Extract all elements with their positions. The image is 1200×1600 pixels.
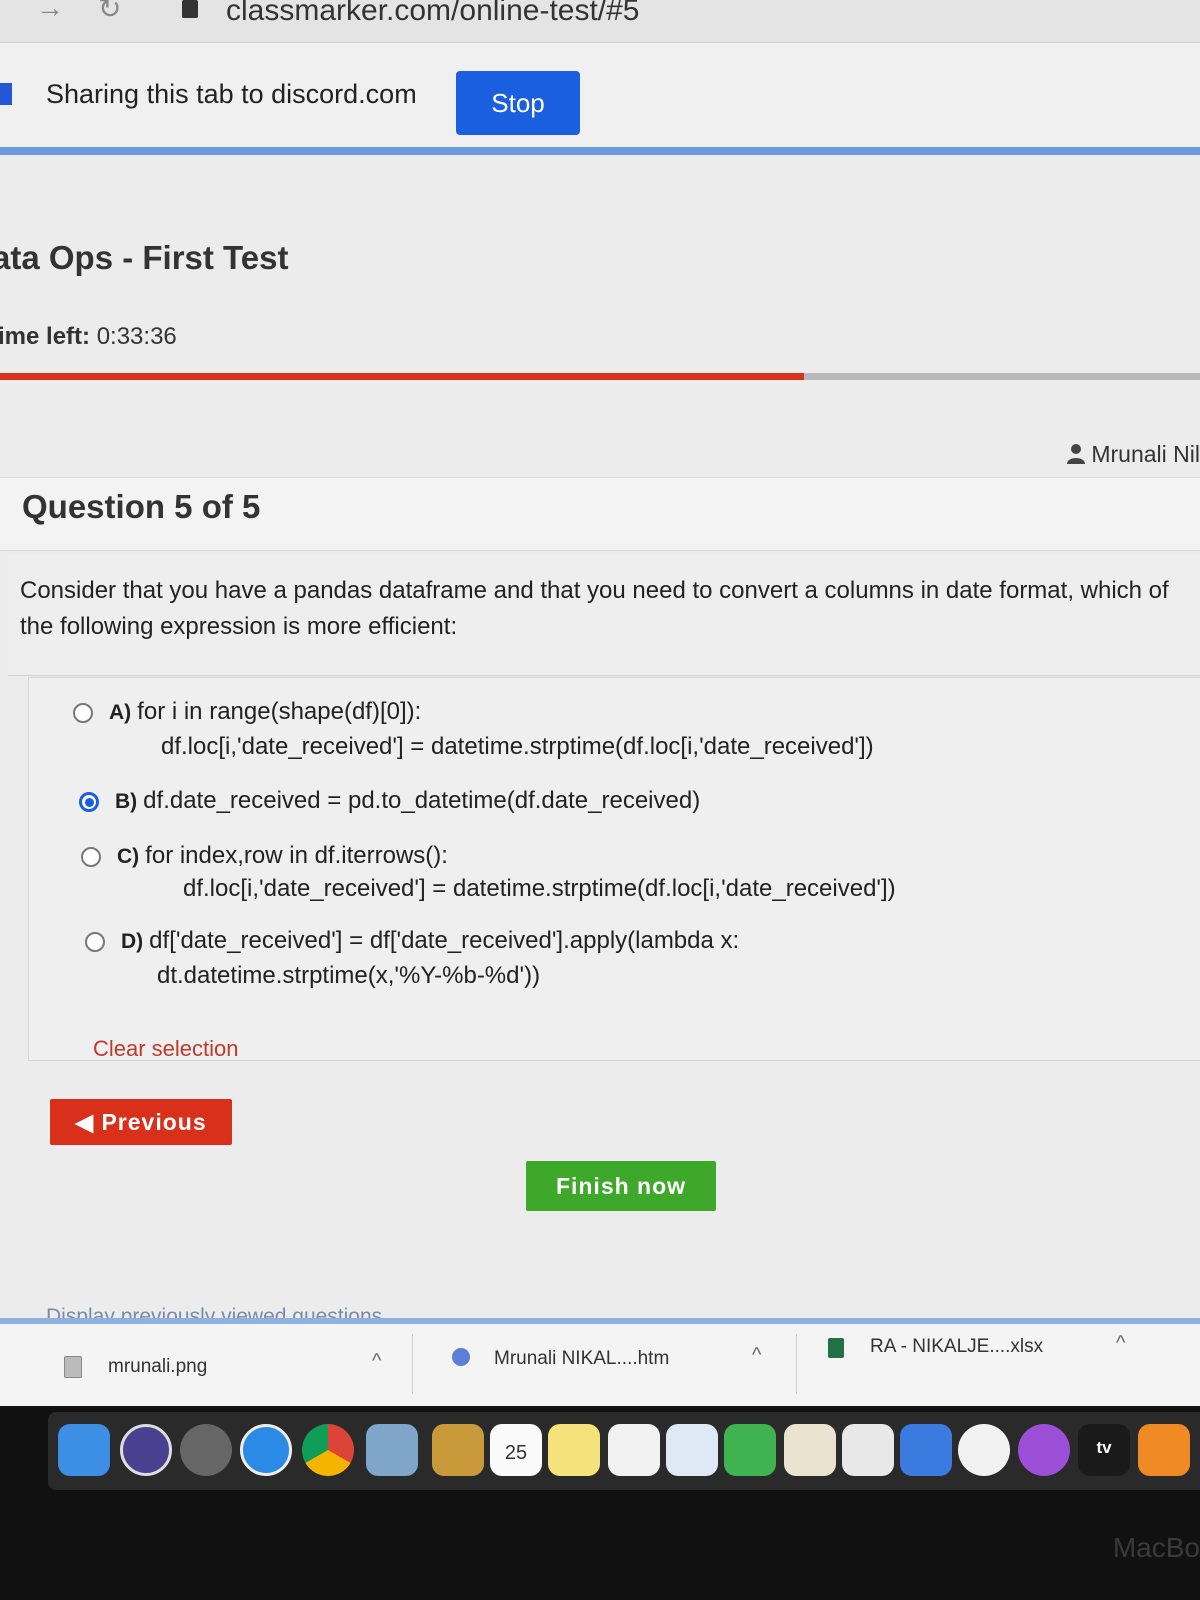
books-icon[interactable] — [1138, 1424, 1190, 1476]
reload-icon[interactable]: ↻ — [98, 0, 121, 25]
stop-sharing-button[interactable]: Stop — [456, 71, 580, 135]
option-b-letter: B) — [115, 790, 138, 813]
sharing-bar-divider — [0, 147, 1200, 155]
siri-icon[interactable] — [120, 1424, 172, 1476]
chevron-up-icon[interactable]: ^ — [372, 1350, 381, 1373]
option-a-radio[interactable] — [73, 703, 93, 723]
time-progress-bar — [0, 373, 1200, 380]
option-b-line1[interactable]: B) df.date_received = pd.to_datetime(df.d… — [115, 784, 700, 819]
address-bar-url[interactable]: classmarker.com/online-test/#5 — [226, 0, 640, 28]
finder-icon[interactable] — [58, 1424, 110, 1476]
podcasts-icon[interactable] — [1018, 1424, 1070, 1476]
lock-icon — [182, 0, 198, 18]
option-d-text: df['date_received'] = df['date_received'… — [149, 927, 740, 954]
share-indicator-icon — [0, 83, 12, 105]
calendar-day: 25 — [504, 1442, 528, 1464]
downloads-bar: mrunali.png ^ Mrunali NIKAL....htm ^ RA … — [0, 1318, 1200, 1412]
keynote-podium-icon[interactable] — [900, 1424, 952, 1476]
option-b-text: df.date_received = pd.to_datetime(df.dat… — [143, 787, 701, 814]
download-item-1[interactable]: mrunali.png — [108, 1356, 207, 1378]
question-box: Consider that you have a pandas datafram… — [8, 555, 1200, 676]
chevron-up-icon[interactable]: ^ — [752, 1344, 761, 1367]
user-name: Mrunali Nil — [1091, 441, 1200, 467]
contacts-icon[interactable] — [432, 1424, 484, 1476]
calendar-icon[interactable]: 25 — [490, 1424, 542, 1476]
download-item-2[interactable]: Mrunali NIKAL....htm — [494, 1348, 669, 1370]
music-icon[interactable] — [958, 1424, 1010, 1476]
macos-dock: 25 tv — [48, 1412, 1200, 1490]
numbers-icon[interactable] — [842, 1424, 894, 1476]
question-text: Consider that you have a pandas datafram… — [20, 577, 1169, 640]
option-c-letter: C) — [117, 845, 140, 868]
previous-label: Previous — [101, 1109, 207, 1135]
keynote-icon[interactable] — [666, 1424, 718, 1476]
textedit-icon[interactable] — [784, 1424, 836, 1476]
excel-file-icon — [828, 1338, 844, 1358]
browser-url-bar: → ↻ classmarker.com/online-test/#5 — [0, 0, 1200, 43]
notes-icon[interactable] — [548, 1424, 600, 1476]
web-file-icon — [452, 1348, 470, 1366]
user-info: Mrunali Nil — [1067, 441, 1200, 468]
option-c-text: for index,row in df.iterrows(): — [145, 842, 448, 869]
option-d-radio[interactable] — [85, 932, 105, 952]
test-title: ata Ops - First Test — [0, 239, 289, 276]
image-file-icon — [64, 1356, 82, 1378]
forward-arrow-icon[interactable]: → — [36, 0, 64, 24]
option-a-line1[interactable]: A) for i in range(shape(df)[0]): — [109, 695, 421, 730]
option-d-line2: dt.datetime.strptime(x,'%Y-%b-%d')) — [157, 962, 541, 989]
answer-options: A) for i in range(shape(df)[0]): df.loc[i… — [28, 677, 1200, 1061]
clear-selection-link[interactable]: Clear selection — [93, 1036, 239, 1062]
question-number: Question 5 of 5 — [22, 488, 261, 525]
option-a-letter: A) — [109, 701, 132, 724]
preview-icon[interactable] — [366, 1424, 418, 1476]
option-d-letter: D) — [121, 930, 144, 953]
test-page: ata Ops - First Test ime left: 0:33:36 M… — [0, 155, 1200, 1400]
caret-left-icon: ◀ — [75, 1109, 95, 1135]
tv-label: tv — [1096, 1438, 1112, 1457]
time-left: ime left: 0:33:36 — [0, 323, 177, 351]
user-icon — [1067, 444, 1086, 464]
option-b-radio[interactable] — [79, 792, 99, 812]
chevron-up-icon[interactable]: ^ — [1116, 1332, 1125, 1355]
appletv-icon[interactable]: tv — [1078, 1424, 1130, 1476]
question-header: Question 5 of 5 — [0, 477, 1200, 551]
tab-sharing-bar: Sharing this tab to discord.com Stop — [0, 43, 1200, 147]
reminders-icon[interactable] — [608, 1424, 660, 1476]
download-separator — [412, 1334, 413, 1394]
facetime-icon[interactable] — [724, 1424, 776, 1476]
time-left-value: 0:33:36 — [96, 323, 177, 350]
macos-dock-area: 25 tv MacBo — [0, 1406, 1200, 1600]
launchpad-icon[interactable] — [180, 1424, 232, 1476]
finish-now-button[interactable]: Finish now — [526, 1161, 716, 1211]
chrome-icon[interactable] — [302, 1424, 354, 1476]
download-item-3[interactable]: RA - NIKALJE....xlsx — [870, 1336, 1043, 1358]
option-c-radio[interactable] — [81, 847, 101, 867]
time-left-label: ime left: — [0, 323, 91, 350]
safari-icon[interactable] — [240, 1424, 292, 1476]
macbook-label: MacBo — [1112, 1532, 1200, 1563]
previous-button[interactable]: ◀ Previous — [50, 1099, 232, 1145]
option-a-line2: df.loc[i,'date_received'] = datetime.str… — [161, 733, 874, 760]
option-c-line2: df.loc[i,'date_received'] = datetime.str… — [183, 875, 896, 902]
sharing-status-text: Sharing this tab to discord.com — [46, 79, 417, 109]
time-progress-fill — [0, 373, 804, 380]
option-c-line1[interactable]: C) for index,row in df.iterrows(): — [117, 839, 448, 874]
download-separator — [796, 1334, 797, 1394]
option-a-text: for i in range(shape(df)[0]): — [137, 698, 422, 725]
option-d-line1[interactable]: D) df['date_received'] = df['date_receive… — [121, 924, 739, 959]
